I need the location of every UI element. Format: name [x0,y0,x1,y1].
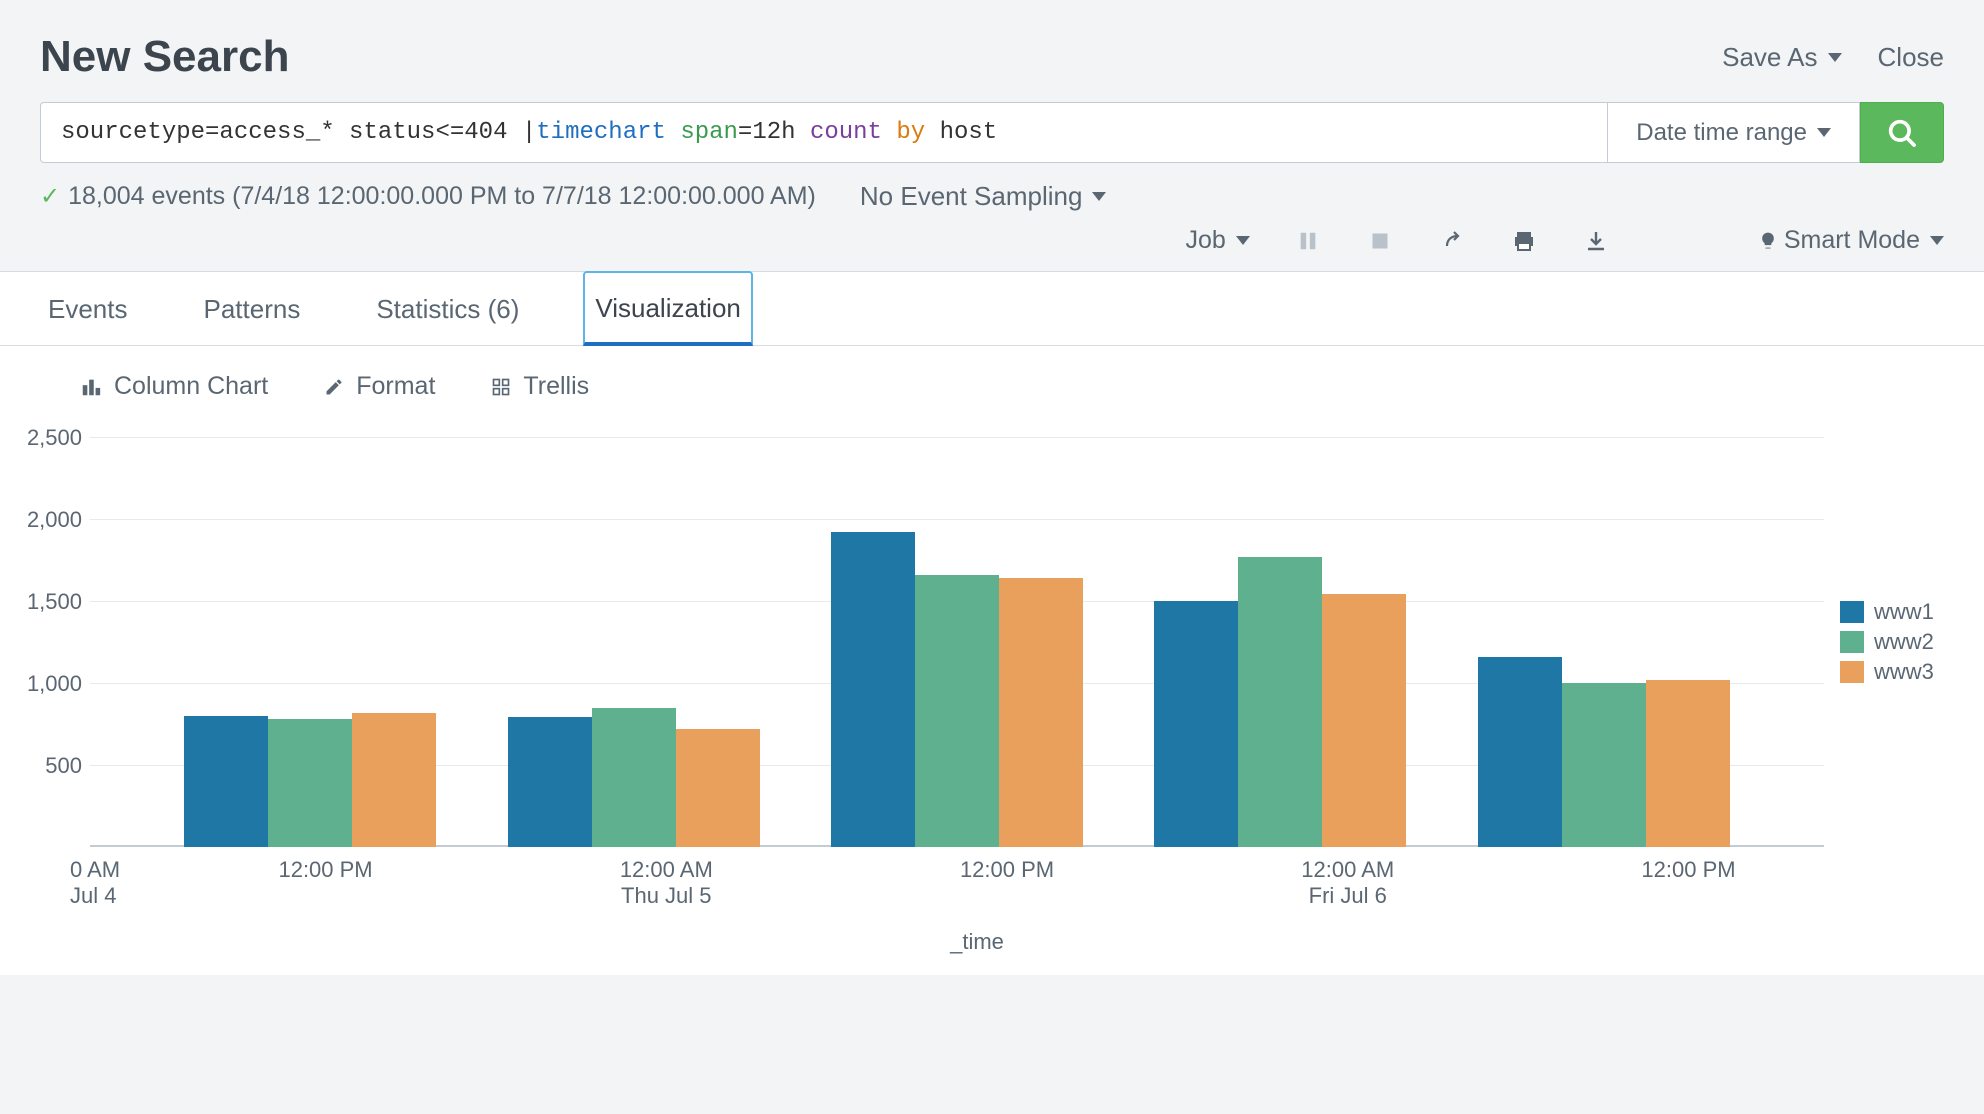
tab-patterns[interactable]: Patterns [192,272,313,345]
legend-label: www3 [1874,659,1934,685]
chevron-down-icon [1828,53,1842,62]
chart-type-label: Column Chart [114,372,268,401]
bar-www3[interactable] [1322,594,1406,847]
search-mode-menu[interactable]: Smart Mode [1758,226,1944,255]
chart-legend: www1 www2 www3 [1824,437,1944,847]
job-menu[interactable]: Job [1186,226,1250,255]
chart-plot[interactable] [90,437,1824,847]
x-axis: 0 AMJul 4 12:00 PM 12:00 AMThu Jul 5 12:… [70,857,1944,909]
pause-icon[interactable] [1294,227,1322,255]
bar-chart-icon [80,376,102,398]
legend-item[interactable]: www3 [1840,659,1944,685]
legend-item[interactable]: www2 [1840,629,1944,655]
swatch-icon [1840,661,1864,683]
check-icon: ✓ [40,183,60,210]
bar-www2[interactable] [1238,557,1322,847]
chart-container: 2,5002,0001,5001,000500 www1 www2 www3 0… [0,427,1984,975]
bar-www1[interactable] [508,717,592,847]
bar-www1[interactable] [831,532,915,847]
job-label: Job [1186,226,1226,255]
trellis-button[interactable]: Trellis [491,372,589,401]
search-mode-label: Smart Mode [1784,226,1920,255]
search-input[interactable]: sourcetype=access_* status<=404 |timecha… [40,102,1607,163]
event-sampling-menu[interactable]: No Event Sampling [860,181,1107,212]
stop-icon[interactable] [1366,227,1394,255]
bar-www1[interactable] [1478,657,1562,847]
tab-visualization[interactable]: Visualization [583,271,753,346]
close-button[interactable]: Close [1878,42,1944,73]
chevron-down-icon [1817,128,1831,137]
chevron-down-icon [1236,236,1250,245]
lightbulb-icon [1758,228,1778,254]
bar-www1[interactable] [1154,601,1238,847]
bar-www3[interactable] [676,729,760,847]
trellis-label: Trellis [523,372,589,401]
event-sampling-label: No Event Sampling [860,181,1083,212]
time-range-picker[interactable]: Date time range [1607,102,1860,163]
bar-www2[interactable] [268,719,352,847]
swatch-icon [1840,631,1864,653]
chevron-down-icon [1930,236,1944,245]
search-icon [1885,116,1919,150]
search-button[interactable] [1860,102,1944,163]
bar-www3[interactable] [352,713,436,847]
bar-www3[interactable] [1646,680,1730,847]
chevron-down-icon [1092,192,1106,201]
format-label: Format [356,372,435,401]
page-title: New Search [40,32,1722,82]
pencil-icon [324,377,344,397]
share-icon[interactable] [1438,227,1466,255]
y-axis: 2,5002,0001,5001,000500 [10,437,90,847]
legend-label: www1 [1874,599,1934,625]
result-tabs: Events Patterns Statistics (6) Visualiza… [0,271,1984,346]
tab-events[interactable]: Events [36,272,140,345]
trellis-icon [491,377,511,397]
bar-www2[interactable] [1562,683,1646,847]
x-axis-label: _time [10,929,1944,955]
legend-label: www2 [1874,629,1934,655]
bar-www2[interactable] [592,708,676,847]
save-as-label: Save As [1722,42,1817,73]
tab-statistics[interactable]: Statistics (6) [364,272,531,345]
bar-www2[interactable] [915,575,999,847]
swatch-icon [1840,601,1864,623]
events-summary: ✓ 18,004 events (7/4/18 12:00:00.000 PM t… [40,182,816,211]
bar-www3[interactable] [999,578,1083,847]
legend-item[interactable]: www1 [1840,599,1944,625]
chart-type-picker[interactable]: Column Chart [80,372,268,401]
time-range-label: Date time range [1636,119,1807,147]
print-icon[interactable] [1510,227,1538,255]
format-button[interactable]: Format [324,372,435,401]
events-summary-text: 18,004 events (7/4/18 12:00:00.000 PM to… [68,182,816,210]
download-icon[interactable] [1582,227,1610,255]
save-as-menu[interactable]: Save As [1722,42,1841,73]
bar-www1[interactable] [184,716,268,847]
